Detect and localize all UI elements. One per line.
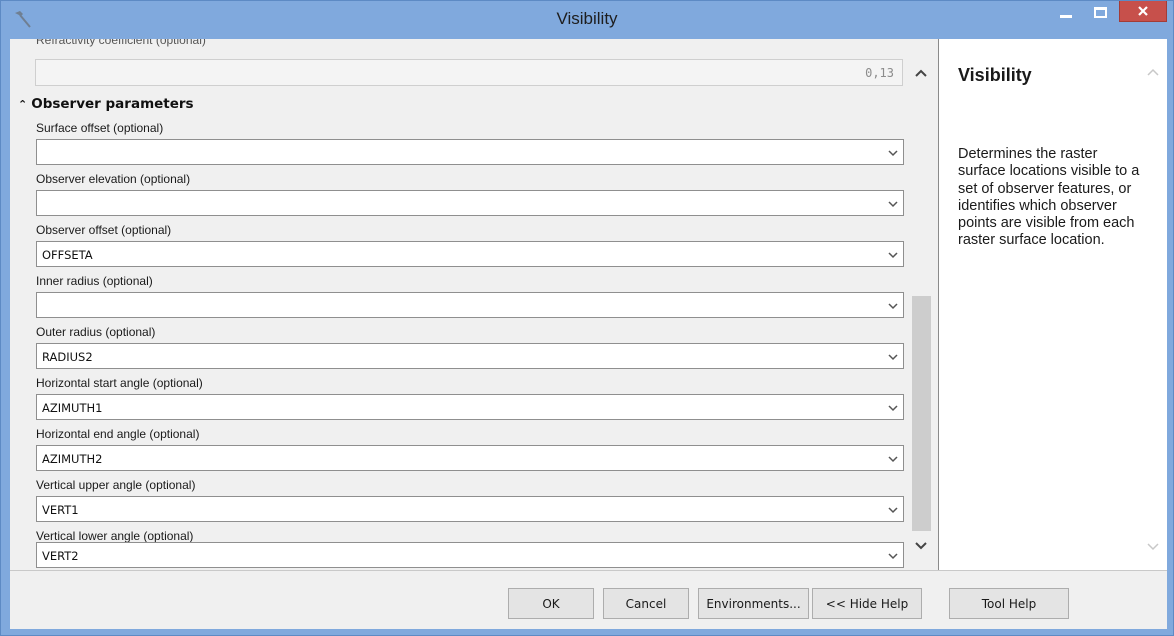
combo-value: AZIMUTH2 (42, 452, 103, 466)
scroll-down-icon[interactable] (914, 540, 928, 552)
horizontal-end-angle-combo[interactable]: AZIMUTH2 (36, 445, 904, 471)
maximize-button[interactable] (1084, 1, 1116, 23)
dialog-client: Refractivity coefficient (optional) 0,13… (10, 39, 1167, 629)
combo-value: RADIUS2 (42, 350, 93, 364)
cancel-button[interactable]: Cancel (603, 588, 689, 619)
chevron-down-icon[interactable] (887, 551, 899, 561)
combo-value: AZIMUTH1 (42, 401, 103, 415)
vertical-lower-angle-combo[interactable]: VERT2 (36, 542, 904, 568)
close-button[interactable] (1119, 1, 1167, 22)
help-scroll-down-icon[interactable] (1146, 541, 1160, 553)
chevron-down-icon[interactable] (887, 505, 899, 515)
collapse-chevron-icon: ⌃ (18, 98, 28, 111)
chevron-down-icon[interactable] (887, 454, 899, 464)
help-title: Visibility (958, 65, 1032, 85)
button-bar: OK Cancel Environments... << Hide Help T… (10, 570, 1167, 629)
observer-offset-label: Observer offset (optional) (36, 223, 172, 237)
parameters-scrollbar[interactable] (908, 59, 934, 569)
vertical-upper-angle-label: Vertical upper angle (optional) (36, 478, 196, 492)
minimize-icon (1060, 14, 1072, 18)
environments-button[interactable]: Environments... (698, 588, 809, 619)
visibility-dialog: Visibility Refractivity coefficient (opt… (0, 0, 1174, 636)
inner-radius-label: Inner radius (optional) (36, 274, 153, 288)
chevron-down-icon[interactable] (887, 148, 899, 158)
surface-offset-combo[interactable] (36, 139, 904, 165)
horizontal-end-angle-label: Horizontal end angle (optional) (36, 427, 200, 441)
scroll-up-icon[interactable] (914, 67, 928, 79)
close-icon (1138, 6, 1148, 16)
observer-elevation-combo[interactable] (36, 190, 904, 216)
help-scroll-up-icon[interactable] (1146, 66, 1160, 78)
hide-help-button[interactable]: << Hide Help (812, 588, 922, 619)
vertical-upper-angle-combo[interactable]: VERT1 (36, 496, 904, 522)
tool-help-button[interactable]: Tool Help (949, 588, 1069, 619)
chevron-down-icon[interactable] (887, 199, 899, 209)
outer-radius-label: Outer radius (optional) (36, 325, 156, 339)
observer-parameters-header[interactable]: ⌃ Observer parameters (18, 96, 194, 112)
title-bar[interactable]: Visibility (1, 1, 1173, 39)
observer-elevation-label: Observer elevation (optional) (36, 172, 191, 186)
chevron-down-icon[interactable] (887, 250, 899, 260)
maximize-icon (1093, 6, 1107, 18)
combo-value: VERT2 (42, 549, 79, 563)
scroll-thumb[interactable] (912, 296, 931, 531)
horizontal-start-angle-combo[interactable]: AZIMUTH1 (36, 394, 904, 420)
refractivity-label: Refractivity coefficient (optional) (36, 39, 206, 47)
refractivity-input[interactable]: 0,13 (35, 59, 903, 86)
section-title: Observer parameters (31, 96, 194, 112)
minimize-button[interactable] (1050, 1, 1082, 23)
help-pane: Visibility Determines the raster surface… (939, 39, 1167, 570)
ok-button[interactable]: OK (508, 588, 594, 619)
observer-offset-combo[interactable]: OFFSETA (36, 241, 904, 267)
horizontal-start-angle-label: Horizontal start angle (optional) (36, 376, 203, 390)
chevron-down-icon[interactable] (887, 301, 899, 311)
inner-radius-combo[interactable] (36, 292, 904, 318)
combo-value: VERT1 (42, 503, 79, 517)
parameters-pane: Refractivity coefficient (optional) 0,13… (10, 39, 939, 570)
help-description: Determines the raster surface locations … (958, 146, 1140, 249)
window-title: Visibility (556, 9, 618, 28)
vertical-lower-angle-label: Vertical lower angle (optional) (36, 529, 194, 543)
outer-radius-combo[interactable]: RADIUS2 (36, 343, 904, 369)
combo-value: OFFSETA (42, 248, 93, 262)
chevron-down-icon[interactable] (887, 352, 899, 362)
chevron-down-icon[interactable] (887, 403, 899, 413)
surface-offset-label: Surface offset (optional) (36, 121, 164, 135)
